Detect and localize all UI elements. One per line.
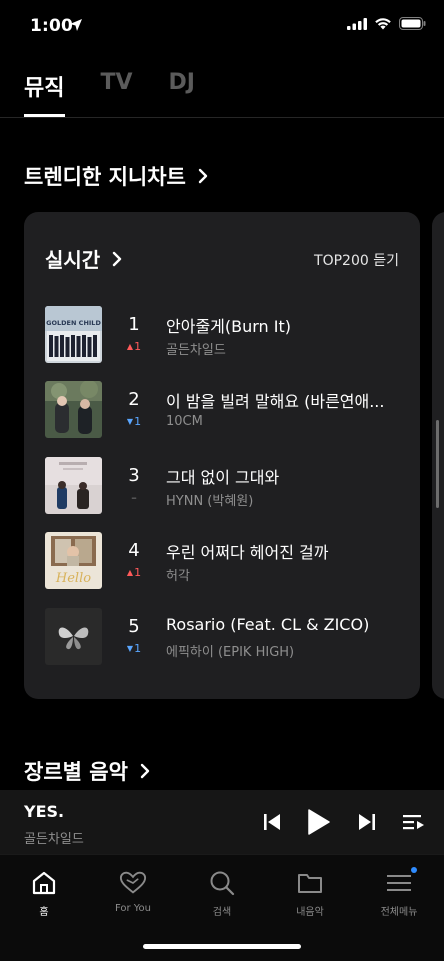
playlist-button[interactable] [399,807,429,837]
chart-row[interactable]: 5 ▼1 Rosario (Feat. CL & ZICO) 에픽하이 (EPI… [24,608,420,666]
chart-rank: 1 [128,314,140,335]
rank-change-up: ▲1 [120,340,148,353]
playlist-icon [403,815,424,830]
song-artist: 허각 [166,569,190,584]
triangle-down-icon: ▼ [126,644,134,653]
realtime-chart-card: 실시간 TOP200 듣기 GOLDEN CHILD 1 ▲1 안아줄게(Bur… [24,212,420,699]
mini-player[interactable]: YES. 골든차일드 [0,790,444,854]
song-title: Rosario (Feat. CL & ZICO) [166,615,370,634]
nav-label: 홈 [39,907,49,918]
folder-icon [296,869,324,897]
play-button[interactable] [303,807,333,837]
rank-change-down: ▼1 [120,415,148,428]
location-arrow-icon [70,19,82,31]
chevron-right-icon [113,251,122,266]
hynn-album-art [45,457,102,514]
trending-chart-title: 트렌디한 지니차트 [24,165,186,189]
previous-track-button[interactable] [257,807,287,837]
song-artist: 에픽하이 (EPIK HIGH) [166,645,295,660]
rank-change-none: – [131,491,137,504]
tab-dj[interactable]: DJ [169,70,195,110]
home-icon [30,869,58,897]
song-artist: 10CM [166,414,203,429]
nav-for-you[interactable]: For You [98,869,168,914]
battery-icon [399,17,426,30]
genre-music-title: 장르별 음악 [24,760,128,784]
top-tabs: 뮤직 TV DJ [24,70,195,110]
play-icon [308,809,330,835]
song-title: 안아줄게(Burn It) [166,317,291,336]
now-playing-title: YES. [24,802,65,821]
chevron-right-icon [198,168,208,184]
rank-change-value: 1 [134,642,142,655]
realtime-chart-header[interactable]: 실시간 [45,244,122,273]
nav-search[interactable]: 검색 [187,869,257,918]
scroll-indicator [436,420,439,508]
epik-high-album-art [45,608,102,665]
next-track-button[interactable] [352,807,382,837]
nav-label: For You [114,903,152,914]
status-time: 1:00 [30,16,74,36]
menu-icon [385,869,413,897]
notification-badge [411,867,417,873]
rank-change-value: 1 [134,566,142,579]
song-title: 이 밤을 빌려 말해요 (바른연애... [166,392,385,411]
rank-change-value: 1 [134,415,142,428]
chart-rank: 4 [128,540,140,561]
svg-text:GOLDEN CHILD: GOLDEN CHILD [46,319,101,327]
triangle-up-icon: ▲ [126,568,134,577]
chevron-right-icon [140,763,150,779]
status-bar: 1:00 [0,0,444,54]
nav-home[interactable]: 홈 [9,869,79,918]
wifi-icon [375,18,391,30]
genre-music-header[interactable]: 장르별 음악 [24,756,150,786]
song-artist: HYNN (박혜원) [166,494,254,509]
chart-row[interactable]: 3 – 그대 없이 그대와 HYNN (박혜원) [24,457,420,515]
home-indicator [143,944,301,949]
top200-listen-button[interactable]: TOP200 듣기 [314,250,399,270]
triangle-down-icon: ▼ [126,417,134,426]
rank-change-down: ▼1 [120,642,148,655]
chart-row[interactable]: GOLDEN CHILD 1 ▲1 안아줄게(Burn It) 골든차일드 [24,306,420,364]
nav-full-menu[interactable]: 전체메뉴 [364,867,434,918]
song-title: 그대 없이 그대와 [166,468,280,487]
now-playing-artist: 골든차일드 [24,832,84,847]
heart-icon [119,869,147,897]
song-artist: 골든차일드 [166,343,226,358]
status-indicators [347,17,426,30]
nav-label: 전체메뉴 [380,907,418,918]
huh-gak-album-art: Hello [45,532,102,589]
realtime-chart-title: 실시간 [45,248,101,272]
nav-label: 검색 [212,907,232,918]
trending-chart-header[interactable]: 트렌디한 지니차트 [24,161,208,191]
song-title: 우린 어쩌다 헤어진 걸까 [166,543,329,562]
rank-change-up: ▲1 [120,566,148,579]
ten-cm-album-art [45,381,102,438]
tab-music[interactable]: 뮤직 [24,70,64,110]
golden-child-album-art: GOLDEN CHILD [45,306,102,363]
tab-tv[interactable]: TV [100,70,132,110]
search-icon [208,869,236,897]
skip-previous-icon [264,814,280,830]
skip-next-icon [359,814,375,830]
rank-change-value: 1 [134,340,142,353]
svg-text:Hello: Hello [55,571,91,586]
nav-label: 내음악 [296,907,324,918]
chart-rank: 3 [128,465,140,486]
triangle-up-icon: ▲ [126,342,134,351]
chart-rank: 5 [128,616,140,637]
chart-row[interactable]: 2 ▼1 이 밤을 빌려 말해요 (바른연애... 10CM [24,381,420,439]
nav-my-music[interactable]: 내음악 [275,869,345,918]
chart-row[interactable]: Hello 4 ▲1 우린 어쩌다 헤어진 걸까 허각 [24,532,420,590]
chart-rank: 2 [128,389,140,410]
cellular-signal-icon [347,17,367,30]
tabs-divider [0,117,444,118]
